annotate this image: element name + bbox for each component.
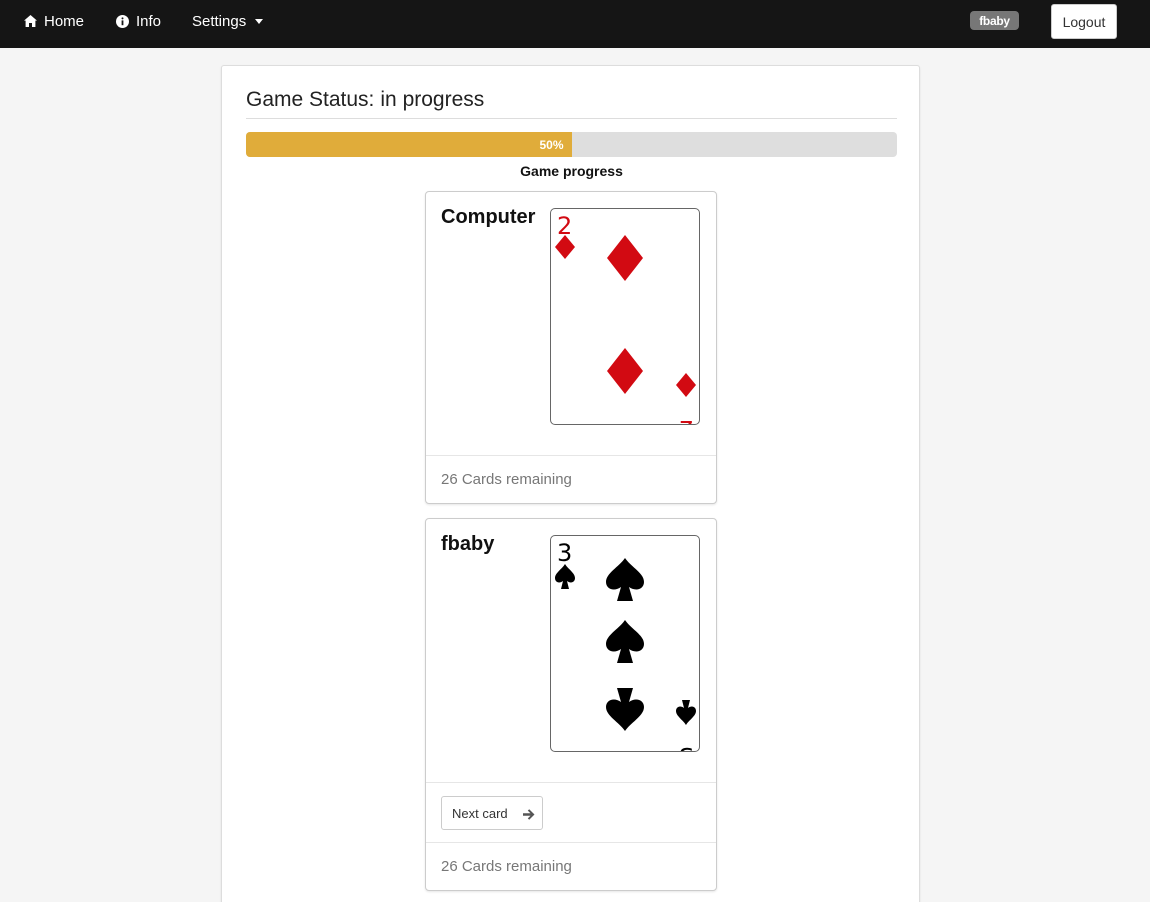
game-status-label: Game Status: [246, 88, 375, 111]
nav-info-label: Info [136, 12, 162, 30]
nav-settings-dropdown[interactable]: Settings [192, 0, 264, 42]
logout-button[interactable]: Logout [1051, 4, 1117, 39]
player-card-rank-bottom: 3 [678, 742, 693, 752]
nav-home-label: Home [44, 12, 85, 30]
player-name: fbaby [441, 533, 495, 555]
computer-playing-card: 2 2 [550, 208, 700, 425]
user-player-panel: fbaby 3 3 Next card [425, 518, 717, 891]
info-icon [116, 14, 129, 28]
spade-icon [606, 558, 644, 601]
game-progress-fill: 50% [246, 132, 572, 157]
spade-icon [606, 620, 644, 663]
spade-icon [555, 564, 575, 589]
next-card-button[interactable]: Next card [441, 796, 543, 830]
heading-divider [246, 118, 897, 119]
spade-icon [676, 700, 696, 725]
diamond-icon [676, 373, 696, 397]
player-playing-card: 3 3 [550, 535, 700, 752]
chevron-down-icon [255, 18, 264, 24]
diamond-icon [607, 348, 643, 394]
home-icon [24, 15, 37, 27]
player-card-rank-top: 3 [557, 539, 572, 567]
game-progress-bar: 50% [246, 132, 897, 157]
game-progress-text: 50% [539, 137, 564, 152]
player-cards-remaining: 26 Cards remaining [426, 842, 716, 890]
username-badge: fbaby [970, 11, 1019, 30]
spade-icon [606, 688, 644, 731]
nav-home-link[interactable]: Home [24, 0, 84, 42]
game-progress-label: Game progress [520, 163, 623, 179]
game-status-value: in progress [380, 88, 485, 111]
game-status-heading: Game Status: in progress [246, 88, 484, 112]
top-navbar: Home Info Settings fbaby Logout [0, 0, 1150, 48]
nav-info-link[interactable]: Info [116, 0, 161, 42]
computer-card-rank-bottom: 2 [678, 415, 693, 425]
arrow-right-icon [523, 808, 535, 823]
game-panel: Game Status: in progress 50% Game progres… [221, 65, 920, 902]
computer-name: Computer [441, 206, 536, 228]
player-actions: Next card [426, 782, 716, 842]
next-card-label: Next card [452, 805, 508, 821]
nav-settings-label: Settings [192, 12, 247, 30]
diamond-icon [607, 235, 643, 281]
computer-player-panel: Computer 2 2 26 Cards remaining [425, 191, 717, 504]
computer-cards-remaining: 26 Cards remaining [426, 455, 716, 503]
